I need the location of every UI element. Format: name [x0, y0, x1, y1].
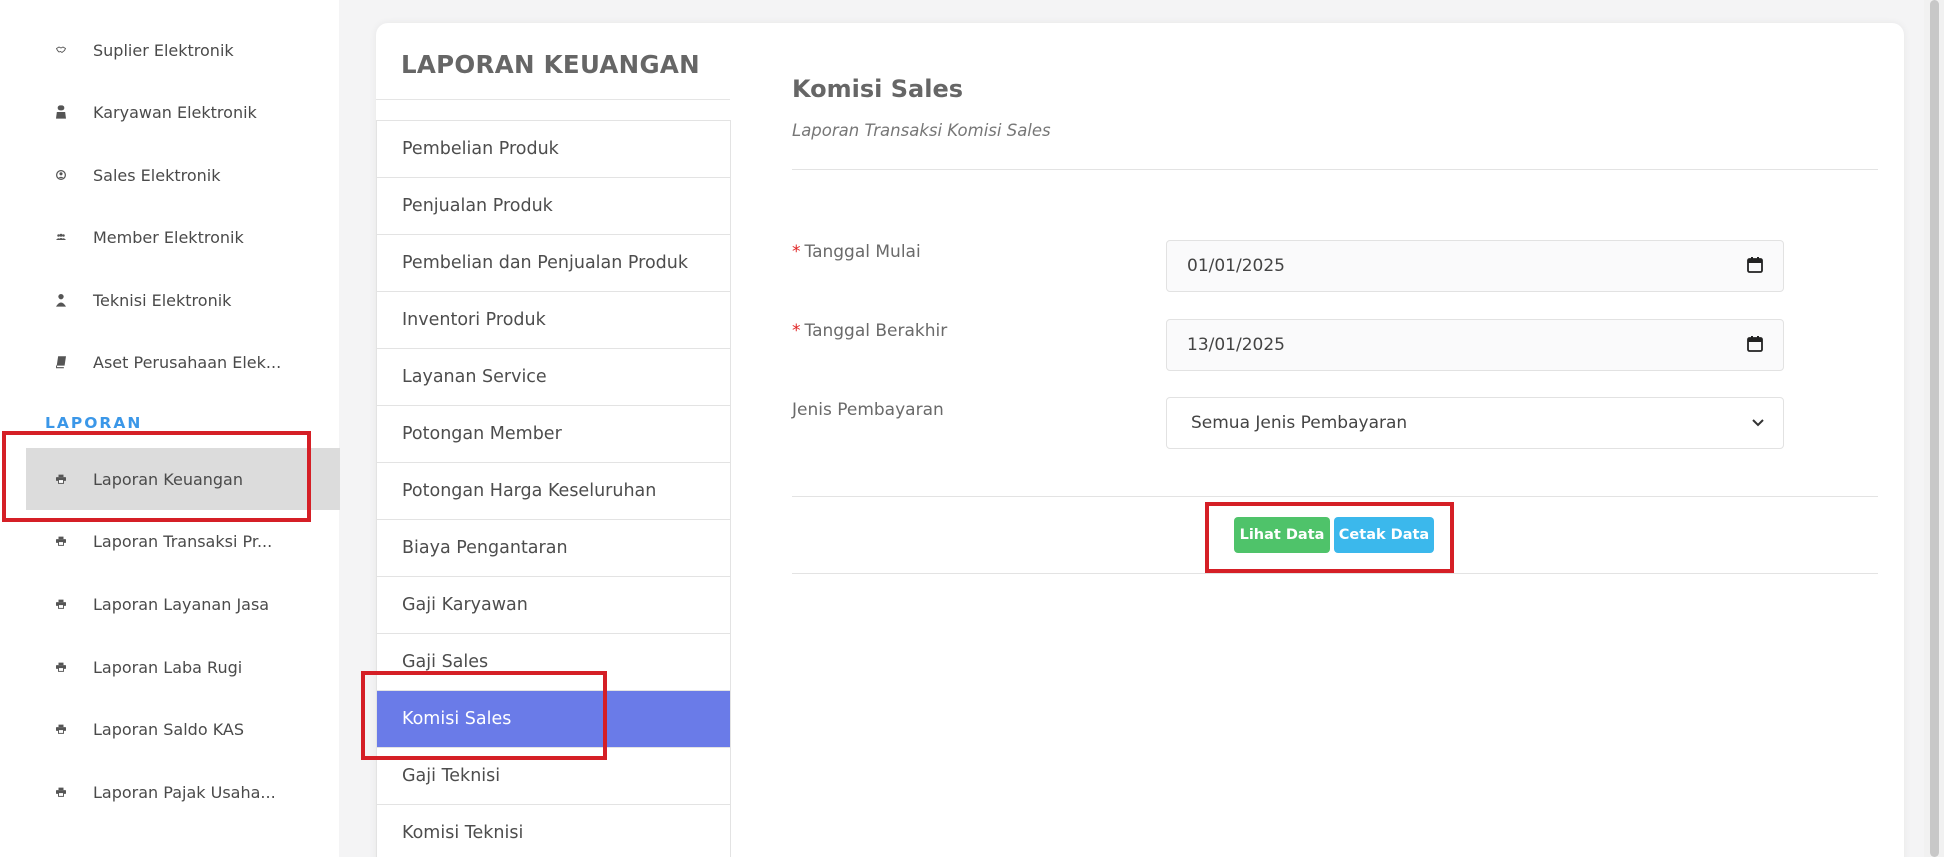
- sidebar-section-laporan: LAPORAN: [45, 414, 143, 432]
- page-title: LAPORAN KEUANGAN: [401, 50, 700, 79]
- sidebar-item-sales[interactable]: Sales Elektronik: [26, 144, 340, 206]
- sidebar-item-label: Laporan Transaksi Pr...: [93, 531, 273, 551]
- users-icon: [26, 230, 66, 244]
- sidebar-item-laporan-laba-rugi[interactable]: Laporan Laba Rugi: [26, 636, 340, 698]
- sidebar-item-label: Teknisi Elektronik: [93, 290, 232, 310]
- sidebar-item-laporan-layanan[interactable]: Laporan Layanan Jasa: [26, 573, 340, 635]
- scrollbar[interactable]: [1924, 0, 1944, 857]
- menu-item-inventori-produk[interactable]: Inventori Produk: [377, 292, 730, 349]
- divider: [792, 573, 1878, 574]
- menu-item-potongan-harga[interactable]: Potongan Harga Keseluruhan: [377, 463, 730, 520]
- divider: [792, 169, 1878, 170]
- calendar-icon[interactable]: [1747, 336, 1765, 354]
- payment-type-select[interactable]: Semua Jenis Pembayaran: [1166, 397, 1784, 449]
- book-icon: [26, 354, 66, 370]
- highlight-box-sidebar: [2, 431, 311, 522]
- chevron-down-icon: [1751, 413, 1765, 433]
- start-date-value: 01/01/2025: [1187, 256, 1285, 276]
- section-title: Komisi Sales: [792, 75, 964, 103]
- sidebar-item-label: Suplier Elektronik: [93, 40, 234, 60]
- printer-icon: [26, 534, 66, 548]
- handshake-icon: [26, 43, 66, 57]
- menu-item-penjualan-produk[interactable]: Penjualan Produk: [377, 178, 730, 235]
- menu-item-biaya-pengantaran[interactable]: Biaya Pengantaran: [377, 520, 730, 577]
- scrollbar-thumb[interactable]: [1930, 0, 1939, 857]
- menu-item-layanan-service[interactable]: Layanan Service: [377, 349, 730, 406]
- required-mark: *: [792, 321, 801, 341]
- briefcase-icon: [26, 104, 66, 120]
- sidebar-item-member[interactable]: Member Elektronik: [26, 206, 340, 268]
- printer-icon: [26, 722, 66, 736]
- user-icon: [26, 292, 66, 308]
- sidebar-item-laporan-pajak[interactable]: Laporan Pajak Usaha...: [26, 761, 340, 823]
- payment-type-label: Jenis Pembayaran: [792, 400, 944, 420]
- menu-item-pembelian-penjualan[interactable]: Pembelian dan Penjualan Produk: [377, 235, 730, 292]
- sidebar-item-suplier[interactable]: Suplier Elektronik: [26, 19, 340, 81]
- sidebar-item-label: Member Elektronik: [93, 227, 244, 247]
- menu-item-komisi-teknisi[interactable]: Komisi Teknisi: [377, 805, 730, 857]
- section-subtitle: Laporan Transaksi Komisi Sales: [792, 121, 1051, 140]
- sidebar-item-teknisi[interactable]: Teknisi Elektronik: [26, 269, 340, 331]
- menu-item-gaji-karyawan[interactable]: Gaji Karyawan: [377, 577, 730, 634]
- sidebar-item-label: Aset Perusahaan Elek...: [93, 352, 282, 372]
- sidebar-item-label: Karyawan Elektronik: [93, 102, 257, 122]
- sidebar-item-label: Laporan Laba Rugi: [93, 657, 243, 677]
- sidebar-item-karyawan[interactable]: Karyawan Elektronik: [26, 81, 340, 143]
- sidebar-item-label: Laporan Saldo KAS: [93, 719, 245, 739]
- sidebar-item-label: Laporan Pajak Usaha...: [93, 782, 276, 802]
- printer-icon: [26, 597, 66, 611]
- start-date-label: * Tanggal Mulai: [792, 242, 921, 262]
- sidebar-item-aset[interactable]: Aset Perusahaan Elek...: [26, 331, 340, 393]
- printer-icon: [26, 660, 66, 674]
- sidebar-item-laporan-saldo-kas[interactable]: Laporan Saldo KAS: [26, 698, 340, 760]
- payment-type-value: Semua Jenis Pembayaran: [1191, 413, 1408, 433]
- highlight-box-menu: [361, 671, 607, 760]
- required-mark: *: [792, 242, 801, 262]
- end-date-input[interactable]: 13/01/2025: [1166, 319, 1784, 371]
- end-date-value: 13/01/2025: [1187, 335, 1285, 355]
- divider: [376, 99, 730, 100]
- sidebar-item-label: Sales Elektronik: [93, 165, 221, 185]
- user-circle-icon: [26, 167, 66, 183]
- highlight-box-buttons: [1205, 502, 1454, 573]
- menu-item-pembelian-produk[interactable]: Pembelian Produk: [377, 121, 730, 178]
- divider: [792, 496, 1878, 497]
- menu-item-potongan-member[interactable]: Potongan Member: [377, 406, 730, 463]
- sidebar: Suplier Elektronik Karyawan Elektronik S…: [0, 0, 340, 857]
- sidebar-item-label: Laporan Layanan Jasa: [93, 594, 270, 614]
- calendar-icon[interactable]: [1747, 257, 1765, 275]
- start-date-input[interactable]: 01/01/2025: [1166, 240, 1784, 292]
- printer-icon: [26, 785, 66, 799]
- end-date-label: * Tanggal Berakhir: [792, 321, 948, 341]
